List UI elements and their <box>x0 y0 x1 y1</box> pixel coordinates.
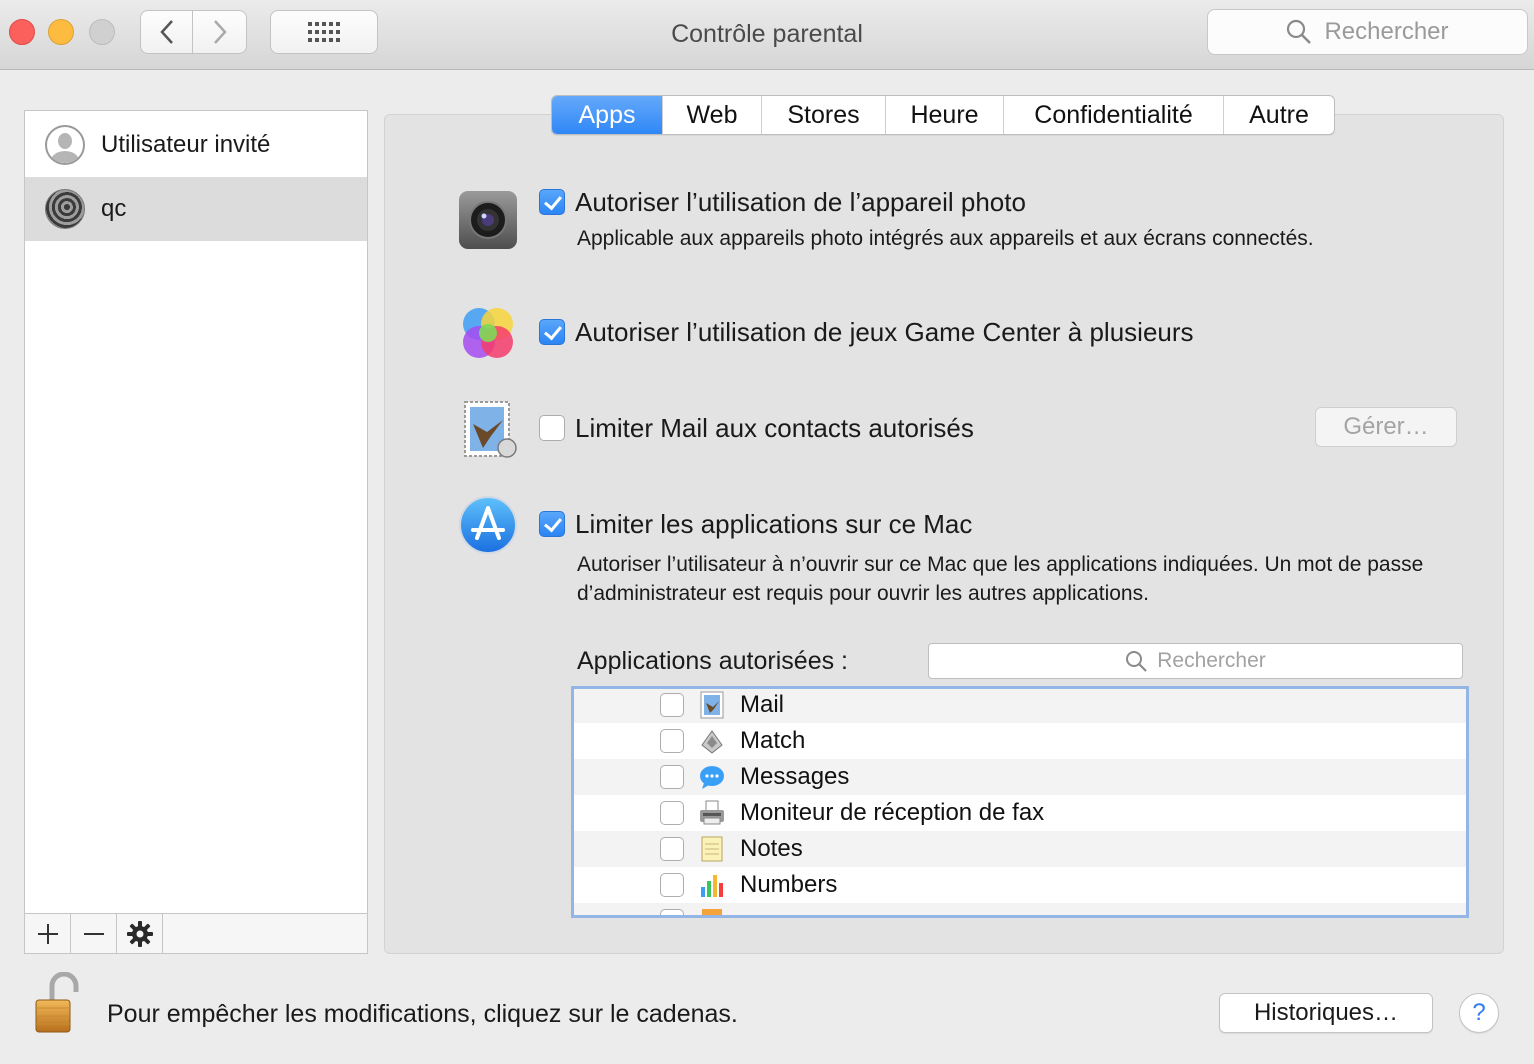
tab-apps[interactable]: Apps <box>552 96 663 134</box>
mail-limit-checkbox[interactable] <box>539 415 565 441</box>
user-list: Utilisateur invité qc <box>24 110 368 954</box>
tab-heure[interactable]: Heure <box>886 96 1004 134</box>
allowed-apps-search-field[interactable]: Rechercher <box>928 643 1463 679</box>
app-checkbox[interactable] <box>660 729 684 753</box>
history-button[interactable]: Historiques… <box>1219 993 1433 1033</box>
app-name: Moniteur de réception de fax <box>740 799 1045 826</box>
plus-icon <box>37 923 58 944</box>
allowed-apps-list[interactable]: Mail Match Messages Moniteur de réceptio… <box>571 686 1469 918</box>
tab-stores[interactable]: Stores <box>762 96 886 134</box>
manage-contacts-button[interactable]: Gérer… <box>1315 407 1457 447</box>
actions-button[interactable] <box>117 914 163 953</box>
user-name: Utilisateur invité <box>101 131 271 158</box>
list-item-messages[interactable]: Messages <box>574 759 1466 795</box>
search-placeholder: Rechercher <box>1157 649 1266 672</box>
app-name: Messages <box>740 763 850 790</box>
fingerprint-avatar-icon <box>45 189 85 229</box>
minus-icon <box>83 932 104 935</box>
user-name: qc <box>101 195 127 222</box>
app-name: Notes <box>740 835 803 862</box>
app-checkbox[interactable] <box>660 873 684 897</box>
list-item-numbers[interactable]: Numbers <box>574 867 1466 903</box>
tab-confidentialite[interactable]: Confidentialité <box>1004 96 1224 134</box>
user-row-guest[interactable]: Utilisateur invité <box>25 113 367 177</box>
list-item-partial[interactable] <box>574 903 1466 915</box>
list-item-fax[interactable]: Moniteur de réception de fax <box>574 795 1466 831</box>
list-item-notes[interactable]: Notes <box>574 831 1466 867</box>
app-name: Numbers <box>740 871 838 898</box>
app-checkbox[interactable] <box>660 765 684 789</box>
match-icon <box>701 730 723 754</box>
list-item-mail[interactable]: Mail <box>574 689 1466 723</box>
search-field[interactable]: Rechercher <box>1207 9 1528 55</box>
app-name: Match <box>740 727 806 754</box>
sidebar-toolbar <box>25 913 367 953</box>
add-user-button[interactable] <box>25 914 71 953</box>
search-icon <box>1126 651 1147 672</box>
remove-user-button[interactable] <box>71 914 117 953</box>
app-checkbox[interactable] <box>660 909 684 915</box>
game-center-icon <box>463 308 513 358</box>
user-row-qc[interactable]: qc <box>25 177 367 241</box>
title-bar: Contrôle parental Rechercher <box>0 0 1534 70</box>
camera-checkbox[interactable] <box>539 189 565 215</box>
app-checkbox[interactable] <box>660 693 684 717</box>
app-store-icon <box>459 496 517 554</box>
allowed-apps-label: Applications autorisées : <box>577 647 848 675</box>
mail-stamp-icon <box>464 401 517 458</box>
list-item-match[interactable]: Match <box>574 723 1466 759</box>
app-checkbox[interactable] <box>660 837 684 861</box>
camera-option-description: Applicable aux appareils photo intégrés … <box>577 227 1314 250</box>
mail-icon <box>700 691 724 719</box>
fax-icon <box>700 800 724 825</box>
game-center-checkbox[interactable] <box>539 319 565 345</box>
messages-icon <box>700 766 724 789</box>
tab-web[interactable]: Web <box>663 96 762 134</box>
lock-icon[interactable] <box>32 972 82 1036</box>
app-name: Mail <box>740 691 785 718</box>
limit-apps-checkbox[interactable] <box>539 511 565 537</box>
help-button[interactable]: ? <box>1459 993 1499 1033</box>
mail-option-label: Limiter Mail aux contacts autorisés <box>575 413 974 443</box>
search-icon <box>1287 19 1312 44</box>
limit-apps-option-label: Limiter les applications sur ce Mac <box>575 509 973 539</box>
gear-icon <box>126 920 153 947</box>
numbers-icon <box>701 875 723 897</box>
camera-icon <box>459 191 517 249</box>
guest-avatar-icon <box>45 125 85 165</box>
camera-option-label: Autoriser l’utilisation de l’appareil ph… <box>575 187 1026 217</box>
search-placeholder: Rechercher <box>1324 18 1449 45</box>
tab-bar: Apps Web Stores Heure Confidentialité Au… <box>551 95 1335 135</box>
tab-autre[interactable]: Autre <box>1224 96 1334 134</box>
lock-instructions: Pour empêcher les modifications, cliquez… <box>107 1000 738 1028</box>
notes-icon <box>701 836 723 862</box>
app-checkbox[interactable] <box>660 801 684 825</box>
pages-icon <box>702 909 722 915</box>
limit-apps-description: Autoriser l’utilisateur à n’ouvrir sur c… <box>577 553 1424 605</box>
game-center-option-label: Autoriser l’utilisation de jeux Game Cen… <box>575 317 1194 347</box>
